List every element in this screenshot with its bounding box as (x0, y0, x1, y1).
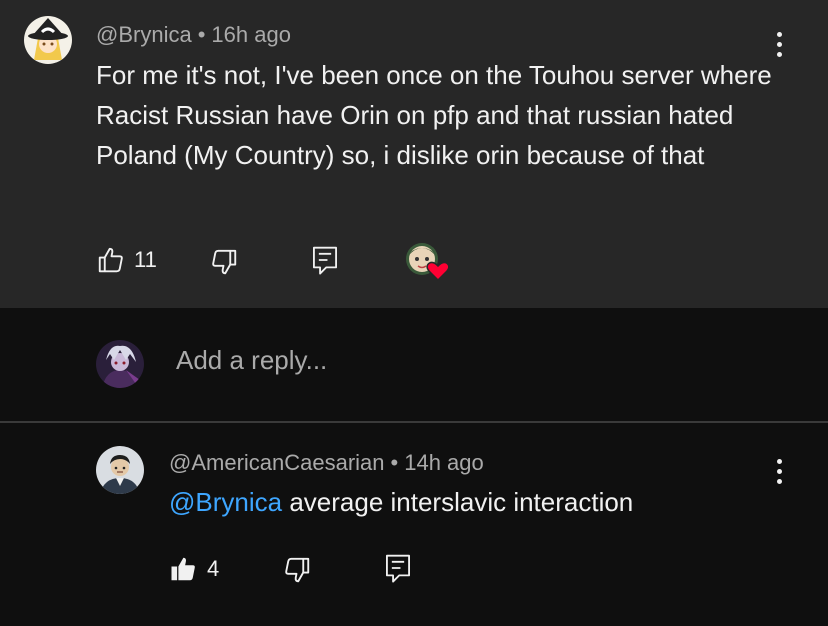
comment-author[interactable]: @Brynica (96, 22, 192, 47)
more-vert-icon (776, 459, 782, 464)
reply-time[interactable]: 14h ago (404, 450, 484, 475)
thumbs-down-outline-icon (285, 557, 310, 583)
comment-time[interactable]: 16h ago (211, 22, 291, 47)
meta-separator: • (197, 22, 206, 47)
divider (0, 421, 828, 423)
reply-comment-icon (313, 246, 337, 275)
comment-body: For me it's not, I've been once on the T… (96, 60, 772, 170)
reply-text: average interslavic interaction (282, 487, 634, 517)
reply-author[interactable]: @AmericanCaesarian (169, 450, 385, 475)
creator-heart-badge (404, 241, 448, 281)
thumbs-up-outline-icon (98, 247, 123, 273)
highlighted-comment: @Brynica • 16h ago For me it's not, I've b… (0, 0, 828, 308)
reply-like-count: 4 (207, 556, 220, 581)
reply-dislike-button[interactable] (282, 555, 312, 585)
reply-input[interactable] (176, 345, 776, 376)
reply-avatar[interactable] (96, 446, 144, 494)
reply-button[interactable] (310, 244, 340, 276)
like-button[interactable]: 11 (96, 245, 157, 275)
reply-comment-icon (386, 554, 410, 583)
reply-reply-button[interactable] (383, 552, 413, 584)
reply-menu-button[interactable] (767, 459, 791, 495)
comment-thread: @Brynica • 16h ago For me it's not, I've b… (0, 0, 828, 626)
comment-meta: @Brynica • 16h ago (96, 22, 291, 48)
comment-menu-button[interactable] (767, 32, 791, 68)
dislike-button[interactable] (209, 247, 239, 277)
avatar[interactable] (24, 16, 72, 64)
reply-like-button[interactable]: 4 (169, 554, 219, 584)
more-vert-icon (776, 32, 782, 37)
meta-separator: • (390, 450, 399, 475)
reply-meta: @AmericanCaesarian • 14h ago (169, 450, 484, 476)
like-count: 11 (134, 247, 157, 272)
current-user-avatar (96, 340, 144, 388)
more-vert-dot (776, 42, 782, 47)
mention-link[interactable]: @Brynica (169, 487, 282, 517)
reply-body: @Brynica average interslavic interaction (169, 482, 789, 522)
more-vert-dot (776, 52, 782, 57)
thumbs-up-filled-icon (171, 557, 195, 581)
more-vert-dot (776, 469, 782, 474)
thumbs-down-outline-icon (212, 249, 237, 275)
more-vert-dot (776, 479, 782, 484)
